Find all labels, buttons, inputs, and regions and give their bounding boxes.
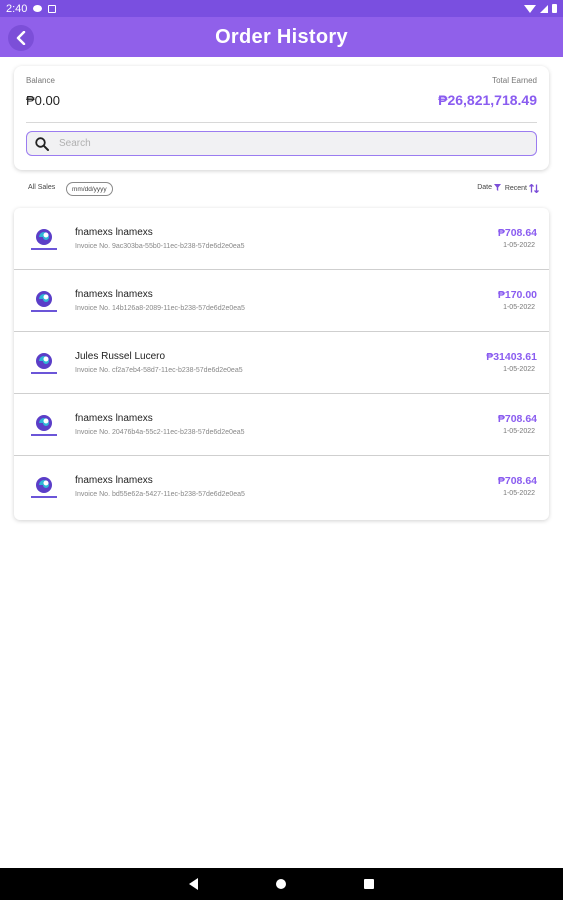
order-row[interactable]: fnamexs lnamexs Invoice No. 20476b4a-55c… [14, 394, 549, 456]
customer-name: fnamexs lnamexs [75, 475, 153, 486]
customer-name: Jules Russel Lucero [75, 351, 166, 362]
recent-sort-button[interactable]: Recent [505, 184, 539, 193]
nav-back-button[interactable] [189, 878, 198, 890]
order-date: 1-05-2022 [503, 428, 535, 435]
customer-name: fnamexs lnamexs [75, 289, 153, 300]
invoice-number: Invoice No. 20476b4a-55c2-11ec-b238-57de… [75, 429, 245, 436]
divider [26, 122, 537, 123]
search-box[interactable] [26, 131, 537, 156]
status-left: 2:40 [6, 2, 57, 15]
balance-label: Balance [26, 76, 55, 85]
invoice-number: Invoice No. 9ac303ba-55b0-11ec-b238-57de… [75, 243, 245, 250]
nav-recents-button[interactable] [364, 879, 374, 889]
page-title: Order History [215, 25, 348, 48]
sort-icon [529, 184, 539, 193]
battery-icon [552, 4, 557, 13]
order-amount: ₱708.64 [497, 227, 537, 239]
date-filter-label: Date [477, 184, 492, 191]
wifi-icon [524, 4, 536, 13]
order-row[interactable]: fnamexs lnamexs Invoice No. 14b126a8-208… [14, 270, 549, 332]
order-amount: ₱170.00 [497, 289, 537, 301]
order-date: 1-05-2022 [503, 490, 535, 497]
order-amount: ₱708.64 [497, 475, 537, 487]
invoice-number: Invoice No. cf2a7eb4-58d7-11ec-b238-57de… [75, 367, 243, 374]
invoice-number: Invoice No. 14b126a8-2089-11ec-b238-57de… [75, 305, 245, 312]
notification-icon [48, 4, 57, 13]
app-bar: Order History [0, 17, 563, 57]
order-date: 1-05-2022 [503, 304, 535, 311]
signal-icon [540, 4, 548, 13]
order-date: 1-05-2022 [503, 242, 535, 249]
recent-sort-label: Recent [504, 185, 527, 192]
customer-name: fnamexs lnamexs [75, 413, 153, 424]
back-arrow-icon [16, 31, 26, 45]
store-logo [26, 221, 62, 257]
order-date: 1-05-2022 [503, 366, 535, 373]
customer-name: fnamexs lnamexs [75, 227, 153, 238]
total-earned-label: Total Earned [492, 76, 537, 85]
store-logo [26, 469, 62, 505]
filter-icon [494, 184, 501, 191]
search-icon [35, 136, 49, 151]
system-nav-bar [0, 868, 563, 900]
status-time: 2:40 [6, 2, 28, 15]
order-row[interactable]: fnamexs lnamexs Invoice No. bd55e62a-542… [14, 456, 549, 518]
back-button[interactable] [8, 25, 34, 51]
store-logo [26, 345, 62, 381]
nav-home-button[interactable] [276, 879, 286, 889]
status-bar: 2:40 [0, 0, 563, 17]
filter-row: All Sales mm/dd/yyyy Date Recent [28, 182, 539, 196]
date-filter-button[interactable]: Date [477, 184, 501, 191]
order-row[interactable]: Jules Russel Lucero Invoice No. cf2a7eb4… [14, 332, 549, 394]
invoice-number: Invoice No. bd55e62a-5427-11ec-b238-57de… [75, 491, 245, 498]
summary-card: Balance ₱0.00 Total Earned ₱26,821,718.4… [14, 66, 549, 170]
all-sales-label: All Sales [28, 184, 56, 191]
order-amount: ₱708.64 [497, 413, 537, 425]
total-earned-value: ₱26,821,718.49 [438, 92, 537, 108]
order-amount: ₱31403.61 [486, 351, 537, 363]
store-logo [26, 283, 62, 319]
order-row[interactable]: fnamexs lnamexs Invoice No. 9ac303ba-55b… [14, 208, 549, 270]
date-picker-field[interactable]: mm/dd/yyyy [66, 182, 113, 196]
status-right [524, 4, 557, 13]
search-input[interactable] [57, 137, 501, 150]
balance-value: ₱0.00 [26, 93, 60, 108]
store-logo [26, 407, 62, 443]
orders-list: fnamexs lnamexs Invoice No. 9ac303ba-55b… [14, 208, 549, 520]
message-icon [33, 5, 43, 12]
